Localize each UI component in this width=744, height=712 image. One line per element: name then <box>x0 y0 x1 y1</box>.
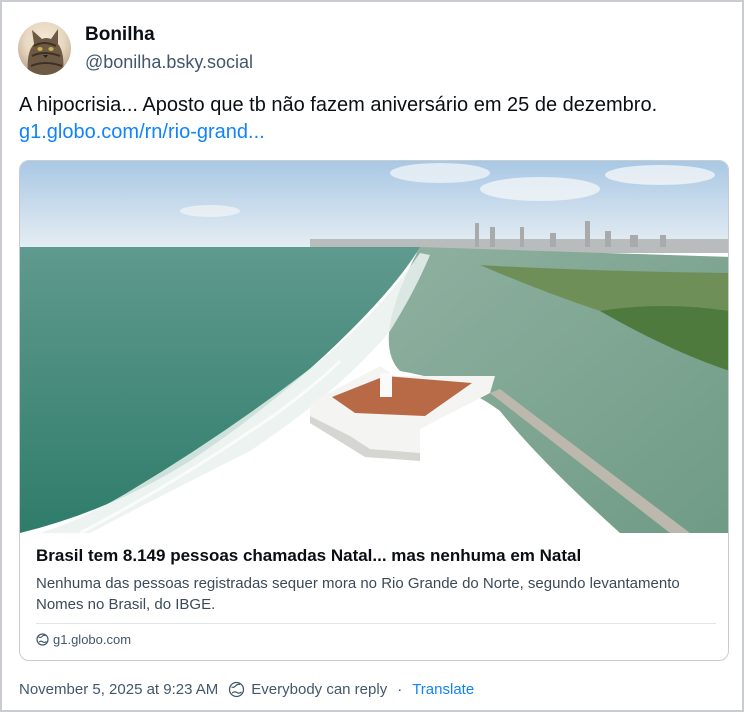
link-card-divider <box>36 623 716 624</box>
post-footer: November 5, 2025 at 9:23 AM Everybody ca… <box>19 681 474 698</box>
post-container: Bonilha @bonilha.bsky.social A hipocrisi… <box>0 0 744 712</box>
link-card[interactable]: Brasil tem 8.149 pessoas chamadas Natal.… <box>19 160 729 661</box>
link-card-domain-text: g1.globo.com <box>53 632 132 647</box>
post-link[interactable]: g1.globo.com/rn/rio-grand... <box>19 119 734 146</box>
globe-icon <box>36 633 49 646</box>
aerial-fort-photo-icon <box>20 161 728 533</box>
cat-avatar-icon <box>27 29 64 75</box>
footer-separator: · <box>397 681 403 698</box>
avatar[interactable] <box>18 22 71 75</box>
author-handle[interactable]: @bonilha.bsky.social <box>85 50 253 74</box>
author-display-name[interactable]: Bonilha <box>85 23 253 47</box>
everybody-reply-icon <box>228 681 245 698</box>
post-body: A hipocrisia... Aposto que tb não fazem … <box>19 92 734 146</box>
link-card-body: Brasil tem 8.149 pessoas chamadas Natal.… <box>36 545 716 647</box>
link-card-domain: g1.globo.com <box>36 632 716 647</box>
post-text: A hipocrisia... Aposto que tb não fazem … <box>19 94 658 116</box>
post-timestamp[interactable]: November 5, 2025 at 9:23 AM <box>19 681 218 698</box>
post-header: Bonilha @bonilha.bsky.social <box>18 22 253 75</box>
link-card-title: Brasil tem 8.149 pessoas chamadas Natal.… <box>36 546 582 565</box>
reply-setting-label[interactable]: Everybody can reply <box>251 681 387 698</box>
link-card-description: Nenhuma das pessoas registradas sequer m… <box>36 575 680 613</box>
author-names: Bonilha @bonilha.bsky.social <box>85 23 253 74</box>
translate-link[interactable]: Translate <box>412 681 474 698</box>
